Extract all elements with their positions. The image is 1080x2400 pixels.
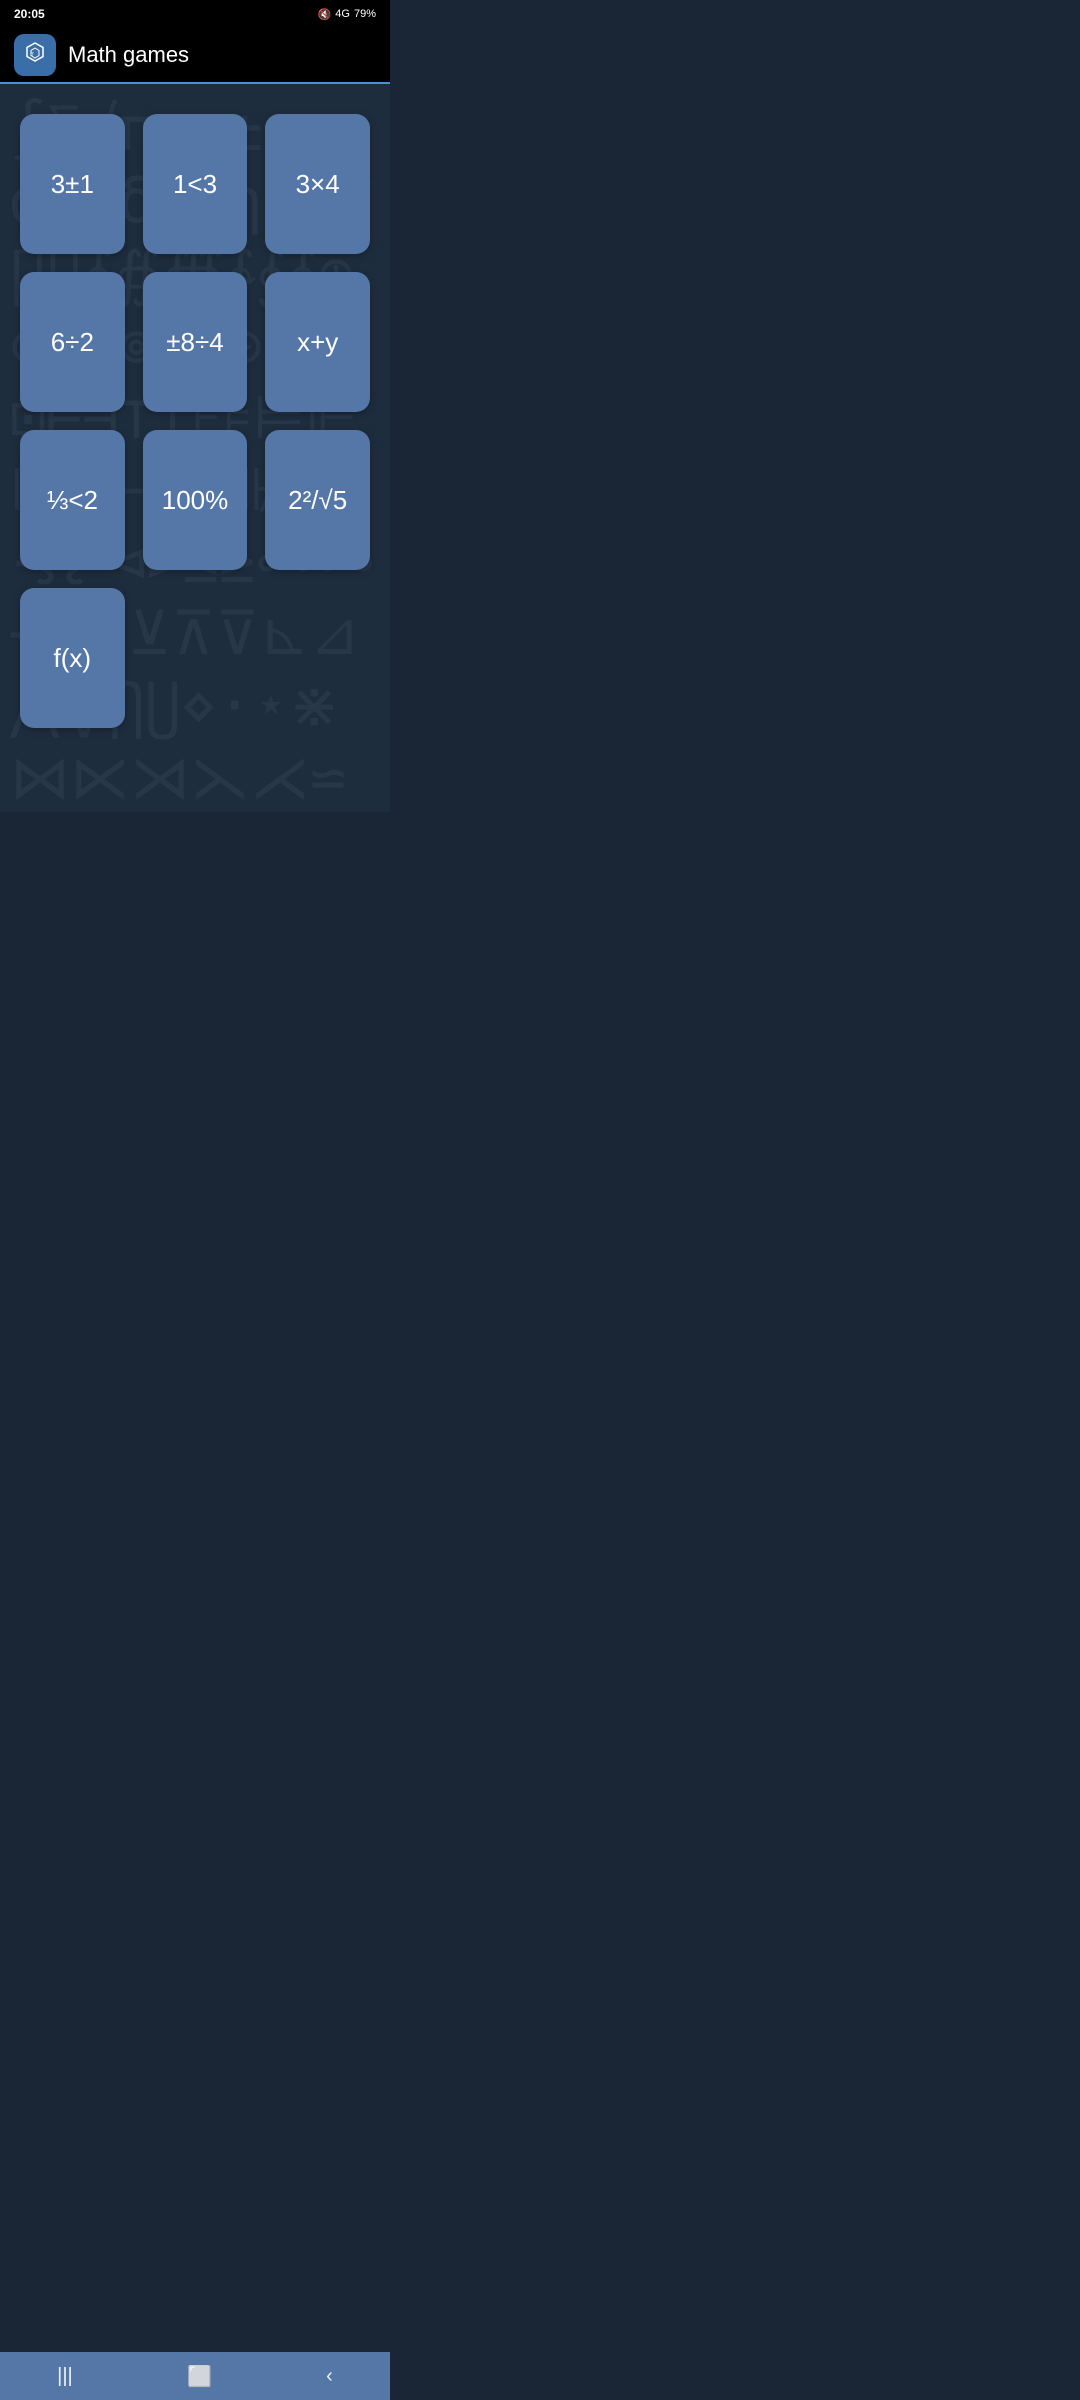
game-button-algebra[interactable]: x+y: [265, 272, 370, 412]
status-time: 20:05: [14, 7, 45, 21]
game-button-divide[interactable]: 6÷2: [20, 272, 125, 412]
game-button-percent[interactable]: 100%: [143, 430, 248, 570]
status-icons: 🔇 4G 79%: [318, 8, 376, 21]
game-button-fraction[interactable]: ⅓<2: [20, 430, 125, 570]
game-button-plus-minus-divide[interactable]: ±8÷4: [143, 272, 248, 412]
main-content: ∫∑√π×÷±≤≥∞αβγδεζηθ∂∇∏∐∮∯∰∱∲∳⊕⊗⊘⊙⊚⊛⊜⊝⊞⊟⊠⊡…: [0, 84, 390, 812]
game-button-powers[interactable]: 2²/√5: [265, 430, 370, 570]
nav-recent-button[interactable]: |||: [37, 2357, 93, 2396]
game-button-plus-minus[interactable]: 3±1: [20, 114, 125, 254]
game-button-less-than[interactable]: 1<3: [143, 114, 248, 254]
status-bar: 20:05 🔇 4G 79%: [0, 0, 390, 28]
nav-bar: ||| ⬜ ‹: [0, 2352, 390, 2400]
battery-label: 79%: [354, 8, 376, 20]
app-icon: 7: [14, 34, 56, 76]
app-bar: 7 Math games: [0, 28, 390, 84]
svg-text:7: 7: [31, 52, 34, 58]
nav-back-button[interactable]: ‹: [306, 2357, 353, 2396]
game-button-multiply[interactable]: 3×4: [265, 114, 370, 254]
signal-icon: 4G: [335, 8, 350, 20]
game-button-functions[interactable]: f(x): [20, 588, 125, 728]
mute-icon: 🔇: [318, 8, 332, 21]
nav-home-button[interactable]: ⬜: [167, 2356, 232, 2397]
app-title: Math games: [68, 42, 189, 68]
games-grid: 3±1 1<3 3×4 6÷2 ±8÷4 x+y ⅓<2 100% 2²/√5 …: [20, 114, 370, 728]
